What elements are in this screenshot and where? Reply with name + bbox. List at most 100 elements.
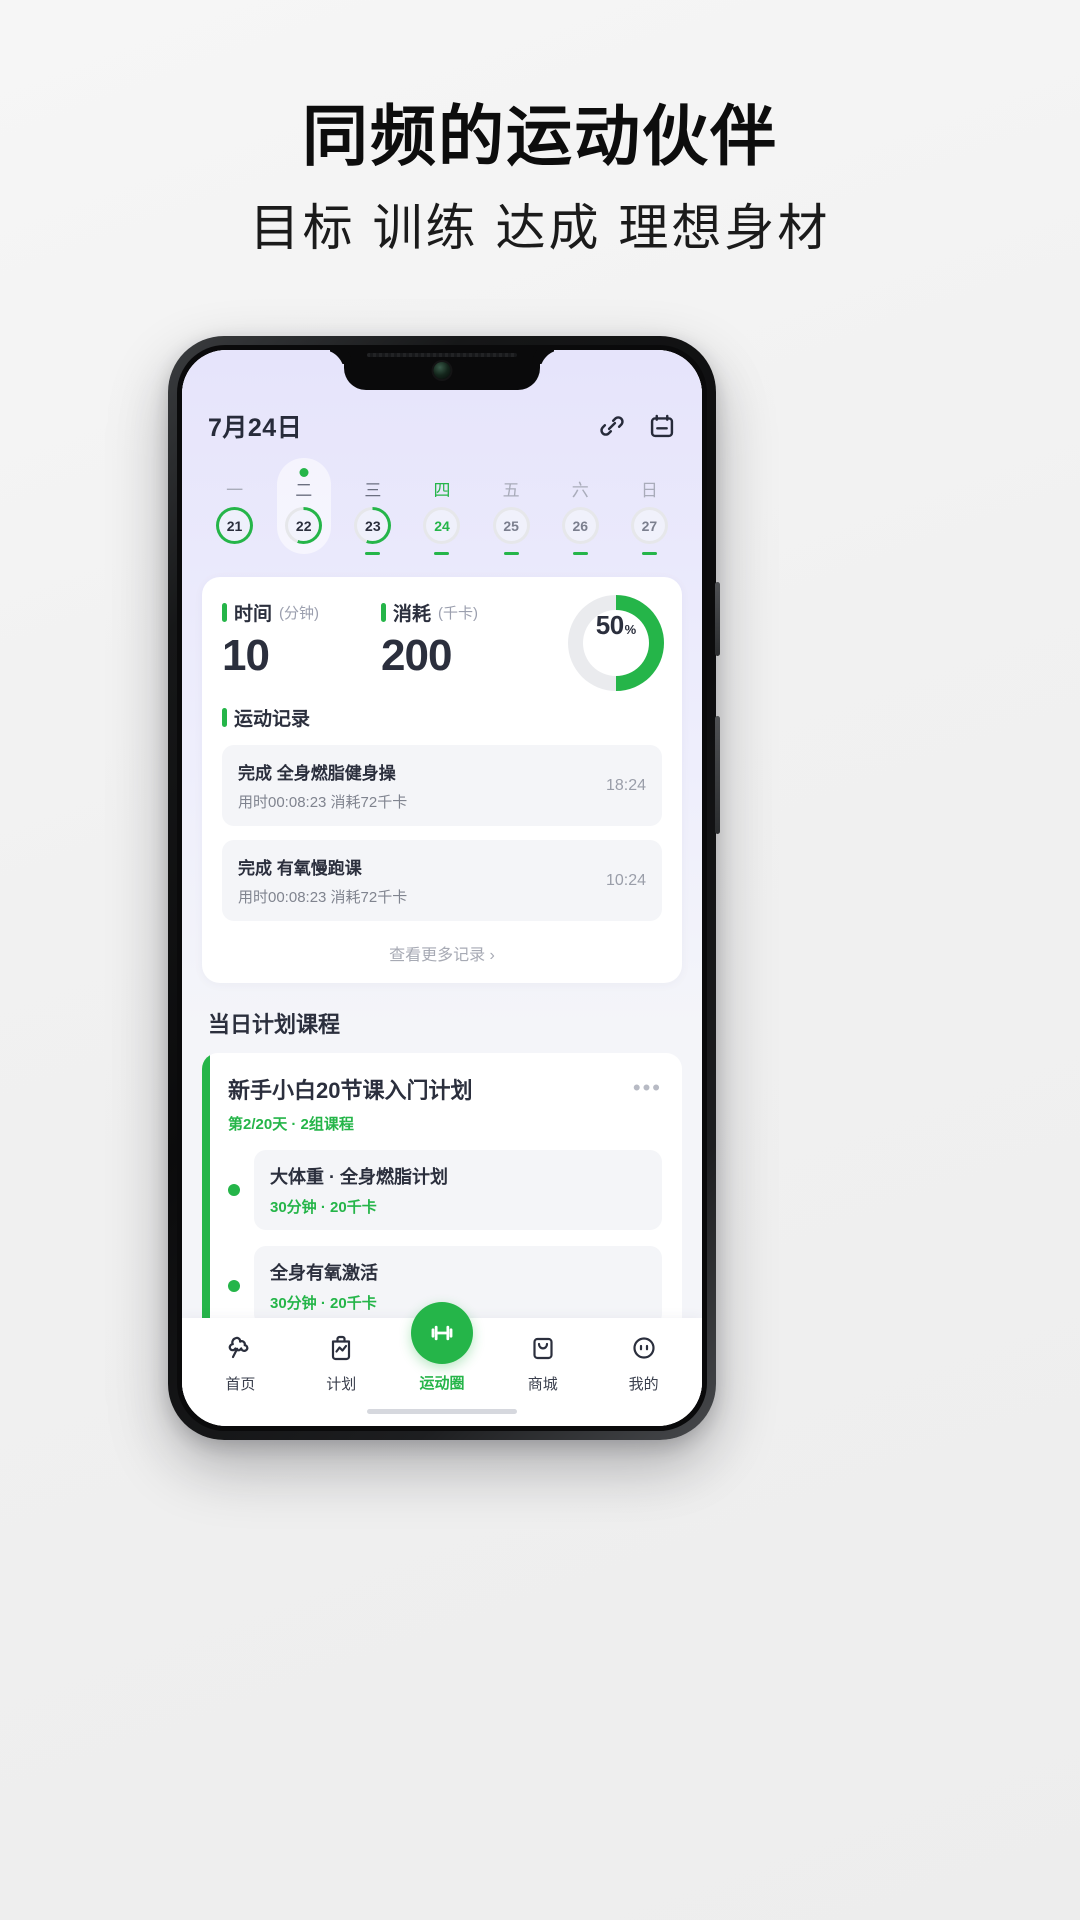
plan-accent-bar — [202, 1053, 210, 1318]
fitness-icon[interactable] — [410, 1302, 473, 1364]
record-detail: 用时00:08:23 消耗72千卡 — [238, 889, 408, 906]
tab-fitness-circle[interactable]: 运动圈 — [392, 1302, 493, 1393]
day-underline — [296, 552, 311, 555]
day-number: 27 — [641, 517, 658, 534]
promo-page: 同频的运动伙伴 目标 训练 达成 理想身材 7月24日 一 21 二 22 三 … — [0, 0, 1080, 1920]
weekday-label: 一 — [226, 481, 244, 500]
profile-icon — [628, 1332, 660, 1364]
day-underline — [227, 552, 242, 555]
donut-center: 50 % — [583, 610, 649, 676]
bottom-tabbar: 首页 计划 运动圈 商城 我的 — [182, 1302, 702, 1426]
progress-value: 50 — [595, 610, 624, 640]
lesson-card[interactable]: 大体重 · 全身燃脂计划 30分钟 · 20千卡 — [254, 1150, 662, 1230]
view-more-records-link[interactable]: 查看更多记录 › — [222, 941, 662, 965]
header-actions — [598, 412, 676, 440]
week-day-item[interactable]: 日 27 — [615, 458, 684, 555]
power-button[interactable] — [715, 582, 720, 656]
plan-card[interactable]: 新手小白20节课入门计划 ••• 第2/20天 · 2组课程 大体重 · 全身燃… — [202, 1053, 682, 1318]
lesson-row[interactable]: 大体重 · 全身燃脂计划 30分钟 · 20千卡 — [228, 1150, 662, 1230]
stat-calorie-value: 200 — [381, 631, 452, 680]
calendar-icon[interactable] — [648, 412, 676, 440]
phone-mockup: 7月24日 一 21 二 22 三 23 四 24 五 25 六 26 日 27… — [168, 336, 720, 1440]
day-progress-ring: 21 — [216, 507, 254, 544]
day-progress-ring: 25 — [492, 507, 530, 544]
stat-calorie-name: 消耗 — [393, 604, 432, 625]
tab-plan-label: 计划 — [326, 1376, 357, 1393]
day-underline — [641, 552, 657, 555]
weekday-label: 二 — [295, 481, 313, 500]
tab-home[interactable]: 首页 — [190, 1332, 291, 1394]
tab-home-label: 首页 — [225, 1376, 256, 1393]
week-day-item[interactable]: 三 23 — [338, 458, 407, 555]
plan-section-title: 当日计划课程 — [208, 1012, 341, 1037]
stat-calorie: 消耗 (千卡) 200 — [381, 599, 478, 678]
day-number: 22 — [295, 517, 312, 534]
donut-ring: 50 % — [568, 595, 664, 691]
record-title: 完成 有氧慢跑课 — [238, 859, 362, 878]
accent-bar-icon — [222, 708, 227, 727]
lesson-dot-icon — [228, 1184, 240, 1196]
day-number: 24 — [434, 517, 450, 534]
lesson-name: 全身有氧激活 — [270, 1263, 378, 1283]
day-number: 23 — [365, 517, 381, 534]
day-number: 21 — [226, 517, 243, 534]
day-underline — [434, 552, 450, 555]
page-subtitle: 目标 训练 达成 理想身材 — [249, 199, 831, 256]
fitness-app: 7月24日 一 21 二 22 三 23 四 24 五 25 六 26 日 27… — [182, 350, 702, 1426]
record-time: 10:24 — [605, 871, 646, 889]
stat-time-value: 10 — [222, 631, 270, 680]
summary-card: 时间 (分钟) 10 消耗 (千卡) 200 50 % 运动记录 完成 全身燃脂… — [202, 577, 682, 983]
record-detail: 用时00:08:23 消耗72千卡 — [238, 794, 408, 811]
lesson-name: 大体重 · 全身燃脂计划 — [270, 1167, 448, 1187]
day-underline — [503, 552, 519, 555]
record-time: 18:24 — [605, 776, 646, 794]
tab-shop[interactable]: 商城 — [492, 1332, 593, 1394]
weekday-label: 日 — [640, 481, 658, 500]
week-day-item[interactable]: 六 26 — [546, 458, 615, 555]
more-dots-icon[interactable]: ••• — [633, 1073, 662, 1099]
stat-time-label: 时间 (分钟) — [222, 599, 319, 626]
stat-time-unit: (分钟) — [279, 605, 320, 622]
lesson-detail: 30分钟 · 20千卡 — [270, 1199, 377, 1216]
stat-calorie-unit: (千卡) — [438, 605, 479, 622]
record-item[interactable]: 完成 有氧慢跑课 用时00:08:23 消耗72千卡 10:24 — [222, 840, 662, 921]
home-icon — [224, 1332, 256, 1364]
record-item[interactable]: 完成 全身燃脂健身操 用时00:08:23 消耗72千卡 18:24 — [222, 745, 662, 826]
stats-row: 时间 (分钟) 10 消耗 (千卡) 200 50 % — [222, 595, 664, 691]
day-underline — [572, 552, 588, 555]
front-camera-icon — [433, 362, 451, 379]
phone-bezel: 7月24日 一 21 二 22 三 23 四 24 五 25 六 26 日 27… — [177, 345, 707, 1431]
week-day-item[interactable]: 四 24 — [407, 458, 476, 555]
tab-plan[interactable]: 计划 — [291, 1332, 392, 1394]
records-section-title: 运动记录 — [222, 704, 662, 731]
accent-bar-icon — [381, 603, 387, 622]
stat-time: 时间 (分钟) 10 — [222, 599, 319, 678]
day-progress-ring: 22 — [285, 507, 323, 544]
link-icon[interactable] — [598, 412, 626, 440]
earpiece-speaker — [367, 353, 517, 357]
plan-title: 新手小白20节课入门计划 — [228, 1078, 473, 1103]
day-progress-ring: 27 — [630, 507, 668, 544]
promo-copy: 同频的运动伙伴 目标 训练 达成 理想身材 — [0, 99, 1080, 257]
accent-bar-icon — [222, 603, 227, 622]
week-day-item[interactable]: 五 25 — [477, 458, 546, 555]
tab-profile[interactable]: 我的 — [593, 1332, 694, 1394]
app-scroll-area[interactable]: 7月24日 一 21 二 22 三 23 四 24 五 25 六 26 日 27… — [182, 350, 702, 1318]
volume-button[interactable] — [715, 716, 720, 834]
lesson-dot-icon — [228, 1280, 240, 1292]
week-strip[interactable]: 一 21 二 22 三 23 四 24 五 25 六 26 日 27 — [182, 444, 702, 567]
record-content: 完成 有氧慢跑课 用时00:08:23 消耗72千卡 — [238, 854, 407, 907]
day-progress-ring: 26 — [561, 507, 599, 544]
week-day-item[interactable]: 一 21 — [200, 458, 269, 555]
percent-symbol: % — [624, 622, 637, 637]
plan-header: 新手小白20节课入门计划 ••• — [228, 1073, 662, 1105]
progress-donut: 50 % — [568, 595, 664, 691]
home-indicator — [367, 1409, 517, 1414]
tab-shop-label: 商城 — [527, 1376, 558, 1393]
tab-fitness-label: 运动圈 — [419, 1375, 465, 1392]
tab-profile-label: 我的 — [628, 1376, 659, 1393]
day-number: 26 — [572, 517, 589, 534]
weekday-label: 六 — [571, 481, 589, 500]
day-number: 25 — [503, 517, 519, 534]
week-day-item[interactable]: 二 22 — [269, 458, 338, 555]
